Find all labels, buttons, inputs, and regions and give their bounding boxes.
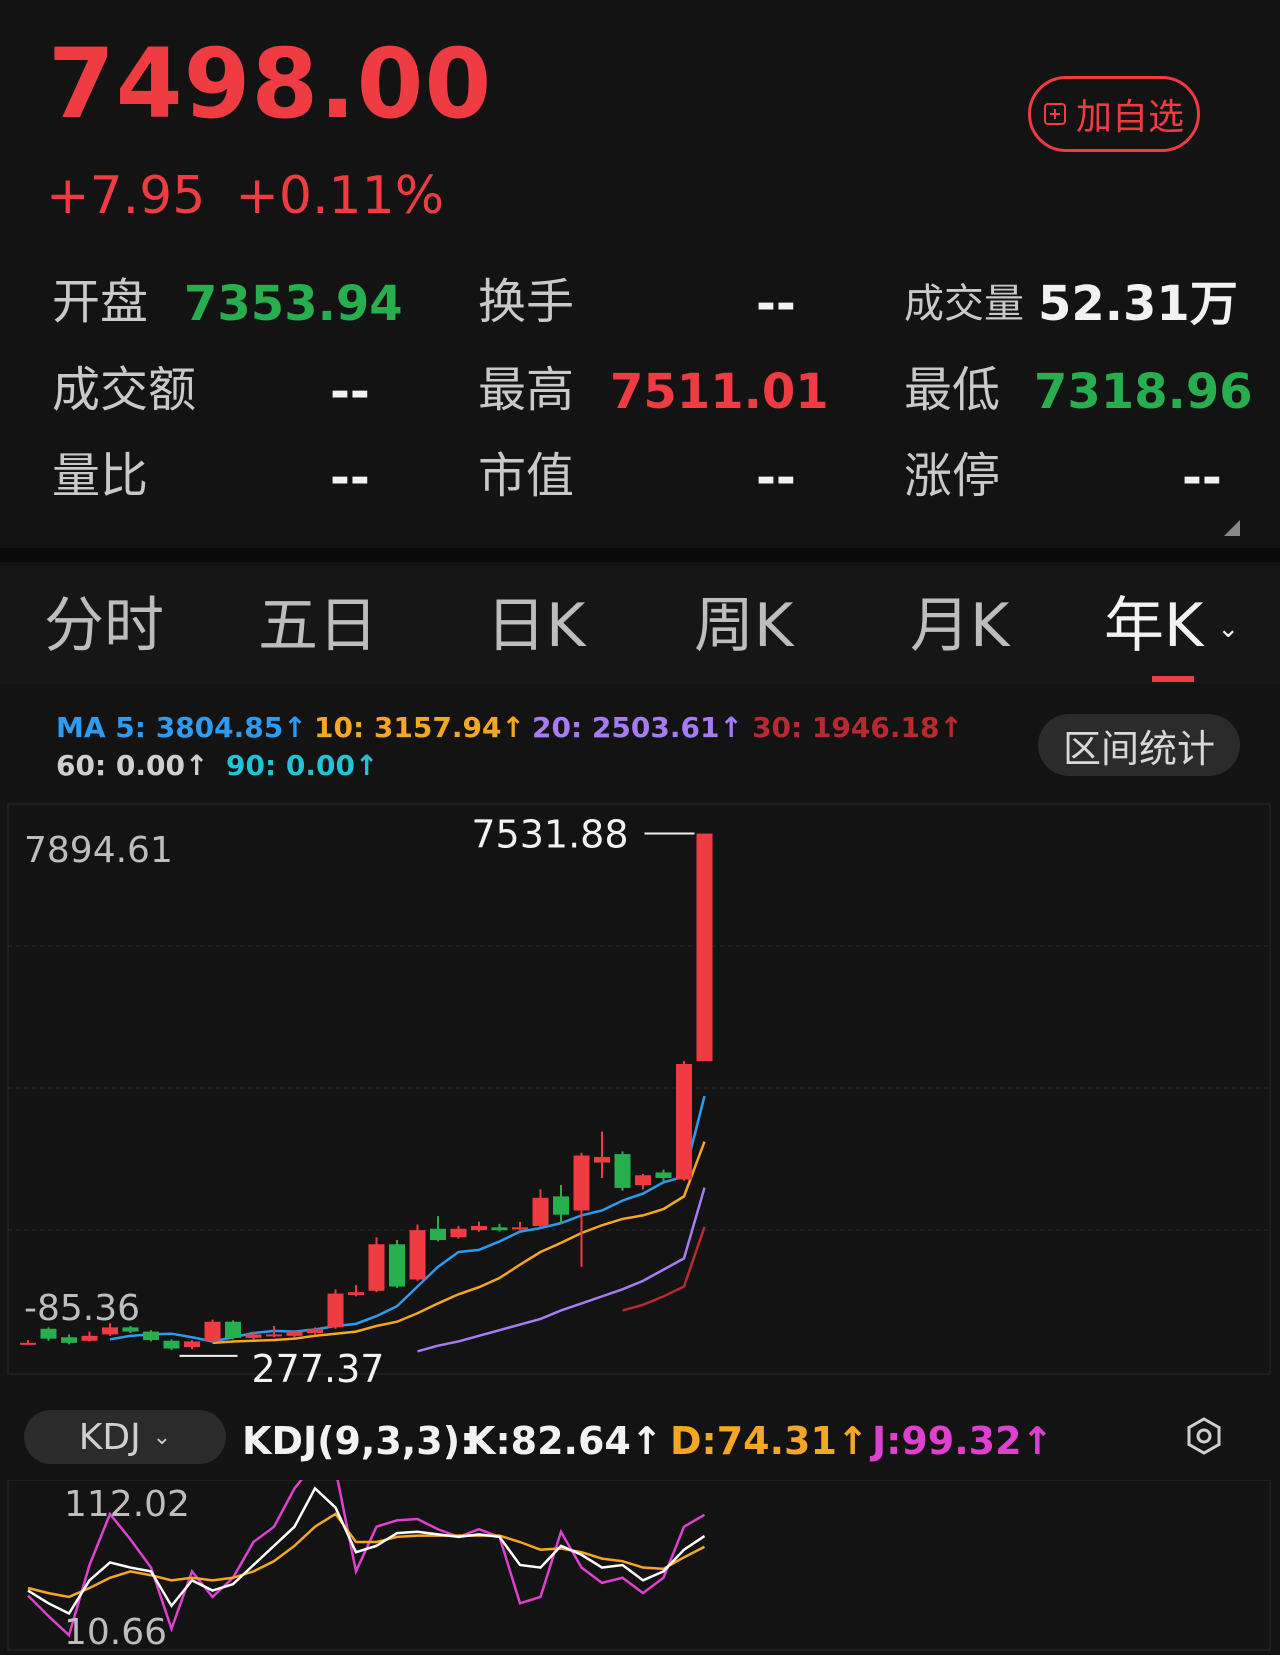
candle-body xyxy=(307,1328,323,1334)
candle-body xyxy=(40,1328,57,1339)
expand-corner-icon[interactable] xyxy=(1224,520,1240,536)
candle-body xyxy=(409,1230,426,1280)
candle-body xyxy=(696,833,713,1062)
ma10-line xyxy=(212,1141,706,1345)
candle-body xyxy=(327,1293,344,1328)
turnover-value: -- xyxy=(756,276,796,332)
candle-body xyxy=(471,1225,487,1231)
active-tab-indicator xyxy=(1152,676,1194,682)
candle-body xyxy=(594,1156,610,1163)
plus-square-icon xyxy=(1043,103,1066,125)
tab-yearly-k-label: 年K xyxy=(1104,591,1204,661)
candle-body xyxy=(348,1292,364,1295)
ma5-legend: MA 5: 3804.85↑ xyxy=(56,711,307,744)
candle-body xyxy=(204,1321,221,1341)
section-divider xyxy=(0,548,1280,562)
watch-label: 加自选 xyxy=(1075,97,1184,138)
candlestick-chart[interactable]: 7894.61 -85.36 7531.88 277.37 xyxy=(0,800,1280,1390)
candle-body xyxy=(532,1197,549,1226)
add-to-watchlist-button[interactable]: 加自选 xyxy=(1028,76,1200,152)
candle-body xyxy=(286,1331,303,1336)
kdj-chart[interactable]: 112.02 10.66 xyxy=(0,1480,1280,1655)
low-value: 7318.96 xyxy=(1034,364,1253,420)
indicator-selector[interactable]: KDJ ⌄ xyxy=(24,1410,226,1464)
market-cap-label: 市值 xyxy=(478,448,575,504)
period-tabs xyxy=(0,566,1280,684)
kdj-params: KDJ(9,3,3): xyxy=(242,1419,476,1463)
candle-body xyxy=(573,1155,590,1211)
indicator-selector-label: KDJ xyxy=(78,1416,141,1458)
tab-monthly-k[interactable]: 月K xyxy=(910,596,1009,656)
candle-body xyxy=(368,1244,385,1291)
candle-body xyxy=(614,1154,631,1188)
candle-body xyxy=(553,1196,569,1215)
candle-body xyxy=(266,1334,282,1337)
candle-body xyxy=(143,1331,159,1341)
tab-daily-k[interactable]: 日K xyxy=(486,596,585,656)
min-marker-label: 277.37 xyxy=(252,1347,385,1390)
settings-icon[interactable] xyxy=(1184,1416,1224,1456)
price-change: +7.95 +0.11% xyxy=(46,170,474,222)
candle-body xyxy=(676,1063,692,1180)
max-marker-label: 7531.88 xyxy=(471,813,628,857)
ma5-line xyxy=(109,1095,706,1343)
tab-five-day[interactable]: 五日 xyxy=(258,596,378,656)
candle-body xyxy=(245,1334,262,1338)
candle-body xyxy=(102,1327,118,1335)
candle-body xyxy=(20,1342,36,1345)
volume-value: 52.31万 xyxy=(1038,276,1238,332)
y-axis-min-label: -85.36 xyxy=(24,1288,140,1329)
kdj-j-value: J:99.32↑ xyxy=(872,1419,1054,1463)
limit-up-label: 涨停 xyxy=(904,448,1001,504)
amount-label: 成交额 xyxy=(52,362,197,418)
change-value: +7.95 xyxy=(46,166,206,226)
candle-body xyxy=(389,1244,405,1287)
amount-value: -- xyxy=(330,364,370,420)
candle-body xyxy=(81,1335,98,1341)
ma10-legend: 10: 3157.94↑ xyxy=(314,711,525,744)
ma60-legend: 60: 0.00↑ xyxy=(56,749,209,782)
kdj-d-line xyxy=(27,1512,706,1599)
kdj-k-value: K:82.64↑ xyxy=(466,1419,663,1463)
open-value: 7353.94 xyxy=(184,276,403,332)
candle-body xyxy=(61,1337,77,1343)
low-label: 最低 xyxy=(904,362,1001,418)
tab-weekly-k[interactable]: 周K xyxy=(694,596,793,656)
change-percent: +0.11% xyxy=(235,166,445,226)
candle-body xyxy=(184,1341,200,1348)
chevron-down-icon: ⌄ xyxy=(152,1424,172,1450)
tab-intraday[interactable]: 分时 xyxy=(44,596,164,656)
range-statistics-button[interactable]: 区间统计 xyxy=(1038,714,1240,776)
candle-body xyxy=(450,1228,467,1238)
volume-label: 成交量 xyxy=(904,281,1024,327)
open-label: 开盘 xyxy=(52,274,149,330)
volume-ratio-label: 量比 xyxy=(52,448,149,504)
chart-frame xyxy=(7,803,1271,1375)
candle-body xyxy=(225,1321,241,1338)
kdj-y-min-label: 10.66 xyxy=(64,1612,167,1653)
y-axis-max-label: 7894.61 xyxy=(24,830,173,871)
limit-up-value: -- xyxy=(1182,450,1222,506)
turnover-label: 换手 xyxy=(478,274,575,330)
candle-body xyxy=(430,1228,446,1241)
candle-body xyxy=(491,1227,508,1231)
ma30-legend: 30: 1946.18↑ xyxy=(752,711,963,744)
tab-yearly-k[interactable]: 年K ⌄ xyxy=(1104,596,1239,656)
volume-ratio-value: -- xyxy=(330,450,370,506)
high-label: 最高 xyxy=(478,362,575,418)
candle-body xyxy=(512,1227,528,1230)
candle-body xyxy=(163,1340,180,1349)
ma20-legend: 20: 2503.61↑ xyxy=(532,711,743,744)
kdj-y-max-label: 112.02 xyxy=(64,1484,190,1525)
kdj-d-value: D:74.31↑ xyxy=(670,1419,869,1463)
candle-body xyxy=(635,1175,651,1186)
chevron-down-icon[interactable]: ⌄ xyxy=(1217,614,1239,644)
current-price: 7498.00 xyxy=(48,28,493,140)
market-cap-value: -- xyxy=(756,450,796,506)
high-value: 7511.01 xyxy=(610,364,829,420)
candle-body xyxy=(122,1327,139,1332)
candle-body xyxy=(655,1172,672,1179)
ma90-legend: 90: 0.00↑ xyxy=(226,749,379,782)
